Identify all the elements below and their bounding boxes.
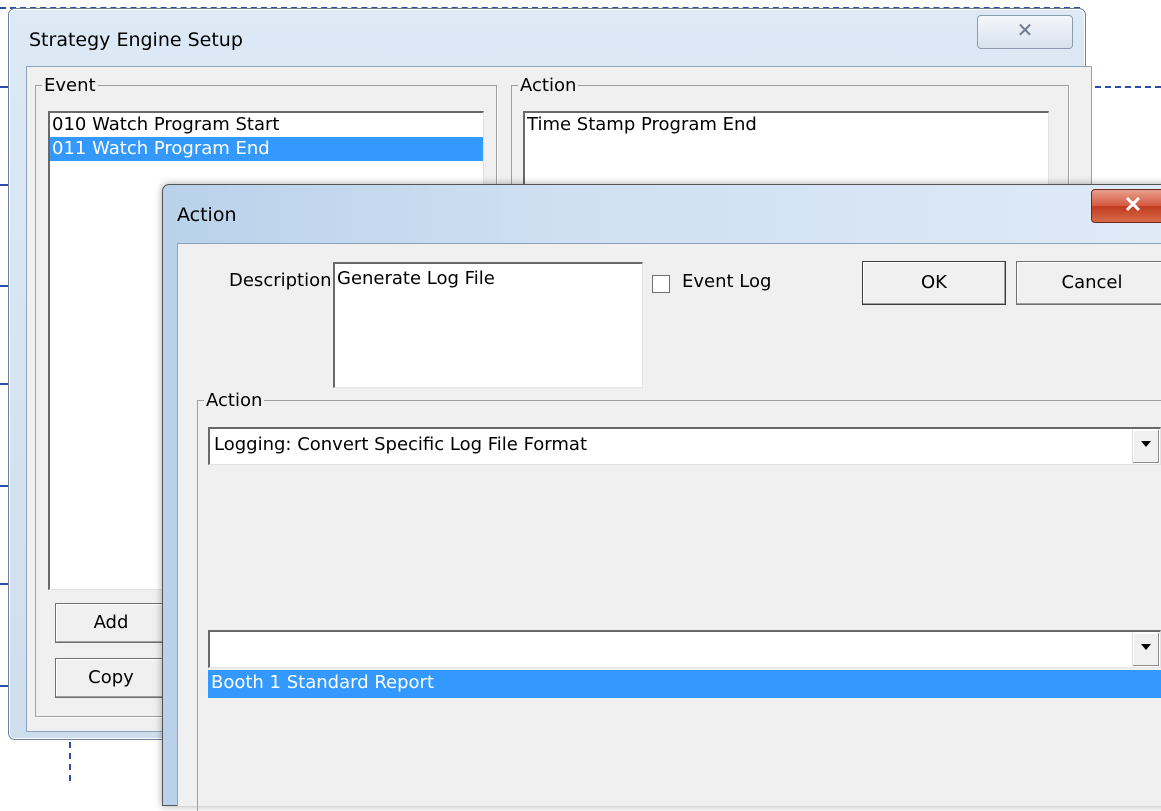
close-icon[interactable]: ✕: [977, 15, 1073, 49]
list-item-selected[interactable]: 011 Watch Program End: [50, 137, 483, 161]
action-type-group-label: Action: [206, 390, 263, 411]
event-log-checkbox[interactable]: [652, 275, 670, 293]
add-button[interactable]: Add: [55, 603, 167, 643]
report-select[interactable]: [208, 630, 1161, 668]
guide-line-right: [1085, 86, 1161, 88]
event-log-label[interactable]: Event Log: [682, 271, 771, 292]
dialog-title: Action: [177, 204, 237, 226]
ok-button[interactable]: OK: [862, 261, 1006, 305]
event-group-label: Event: [44, 75, 96, 96]
action-group-label: Action: [520, 75, 577, 96]
list-item[interactable]: 010 Watch Program Start: [50, 113, 483, 137]
chevron-down-icon[interactable]: [1132, 633, 1159, 666]
window-title: Strategy Engine Setup: [29, 29, 243, 51]
list-item[interactable]: Time Stamp Program End: [525, 113, 1048, 137]
close-icon[interactable]: ✕: [1091, 189, 1161, 223]
description-field[interactable]: Generate Log File: [333, 262, 643, 388]
report-option[interactable]: Booth 1 Standard Report: [208, 670, 1161, 698]
action-dialog: Action ✕ Description Generate Log File E…: [162, 184, 1161, 811]
copy-button[interactable]: Copy: [55, 658, 167, 698]
action-type-select[interactable]: Logging: Convert Specific Log File Forma…: [208, 427, 1161, 465]
cancel-button[interactable]: Cancel: [1016, 261, 1161, 305]
dialog-client-area: Description Generate Log File Event Log …: [177, 243, 1161, 811]
description-label: Description: [229, 270, 332, 291]
chevron-down-icon[interactable]: [1132, 430, 1159, 463]
action-type-value: Logging: Convert Specific Log File Forma…: [214, 434, 588, 455]
guide-line-bottom: [69, 742, 71, 781]
